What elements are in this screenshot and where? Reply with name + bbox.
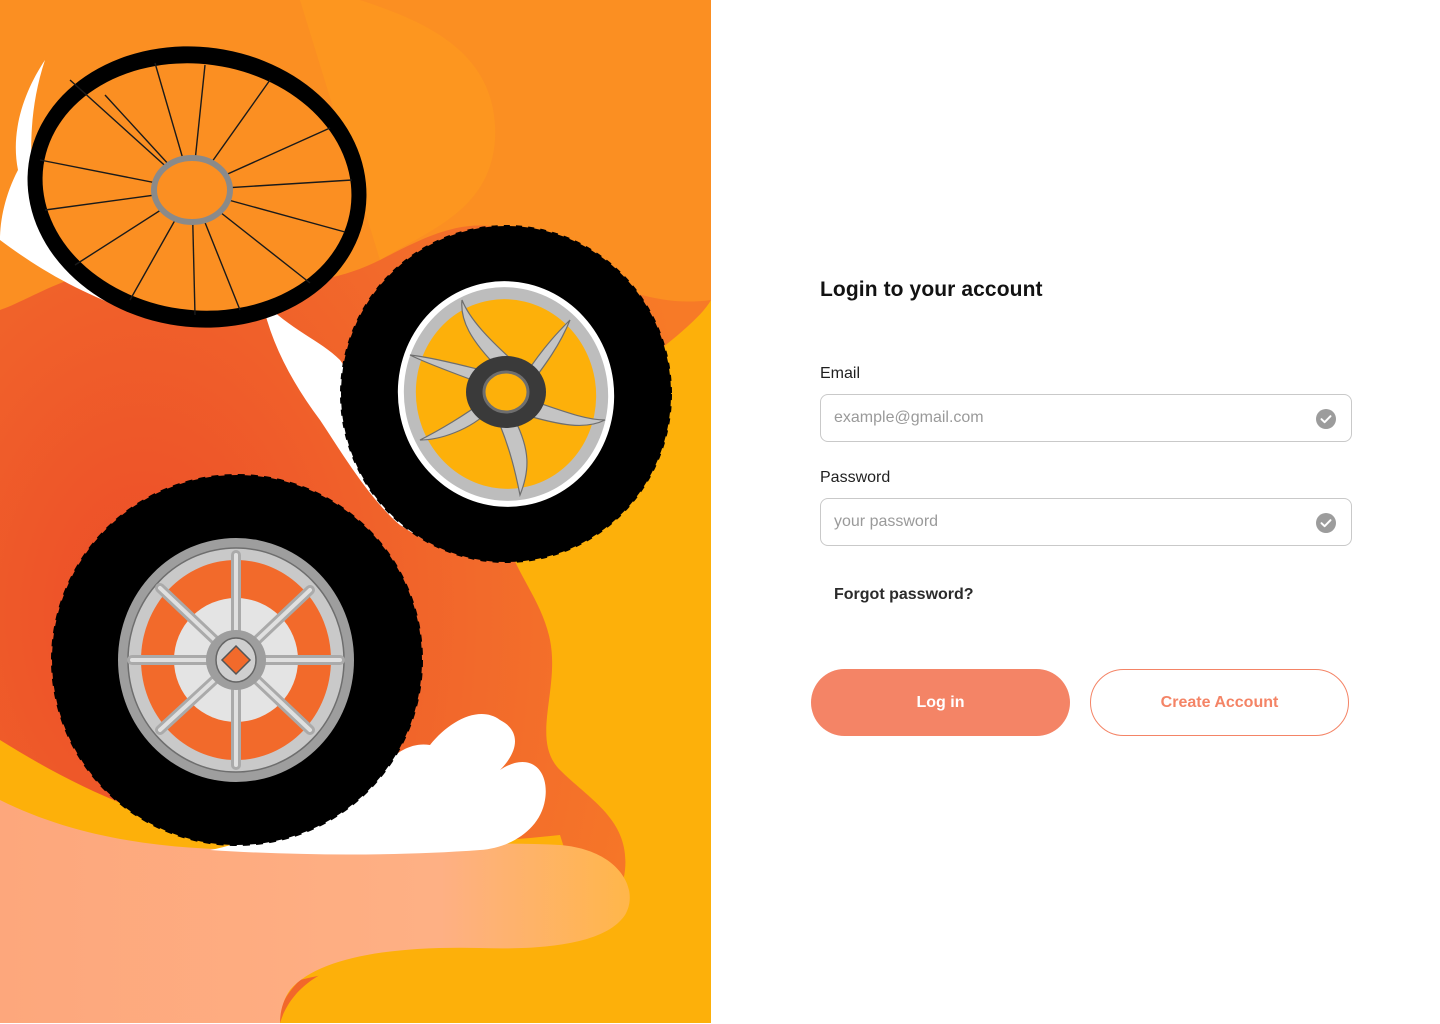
check-circle-icon [1316,513,1336,533]
login-panel: Login to your account Email Password For… [711,0,1440,1023]
create-account-button[interactable]: Create Account [1090,669,1349,736]
login-button[interactable]: Log in [811,669,1070,736]
email-label: Email [820,365,861,382]
hero-illustration [0,0,711,1023]
password-field[interactable] [834,499,1304,545]
forgot-password-link[interactable]: Forgot password? [834,586,974,604]
password-label: Password [820,469,891,486]
check-circle-icon [1316,409,1336,429]
page-title: Login to your account [820,278,1043,301]
email-field-container [820,394,1352,442]
tire-wheels-illustration [0,0,711,1023]
email-field[interactable] [834,395,1304,441]
password-field-container [820,498,1352,546]
